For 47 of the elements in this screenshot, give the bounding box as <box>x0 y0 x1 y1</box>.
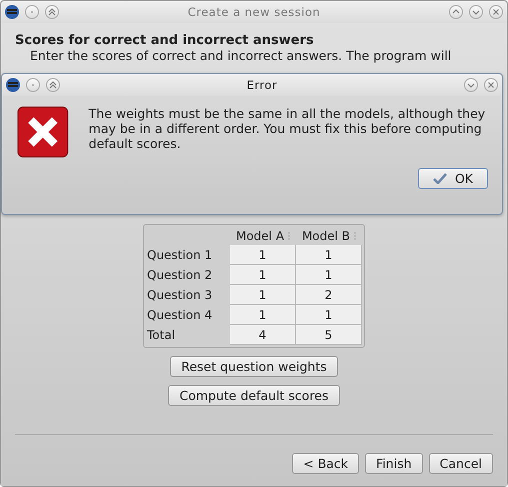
error-icon <box>17 106 69 158</box>
double-chevron-icon <box>48 80 58 90</box>
table-cell[interactable]: 1 <box>230 285 296 305</box>
double-chevron-icon <box>47 7 57 17</box>
column-header[interactable]: Model B <box>302 229 350 243</box>
close-button[interactable] <box>489 5 503 19</box>
keep-above-button[interactable] <box>45 5 59 19</box>
row-header: Total <box>146 327 176 344</box>
maximize-button[interactable] <box>469 5 483 19</box>
page-description: Enter the scores of correct and incorrect answers. The program will <box>29 48 452 63</box>
app-logo-icon <box>5 5 19 19</box>
window-title: Create a new session <box>186 5 322 19</box>
nav-button[interactable]: < Back <box>292 453 360 474</box>
table-cell[interactable]: 1 <box>230 265 296 285</box>
close-icon <box>486 80 496 90</box>
close-icon <box>491 7 501 17</box>
action-button[interactable]: Compute default scores <box>168 385 340 406</box>
table-cell[interactable]: 4 <box>230 325 296 345</box>
checkmark-icon <box>432 173 447 184</box>
dialog-title: Error <box>246 78 278 92</box>
table-cell[interactable]: 2 <box>296 285 362 305</box>
table-cell[interactable]: 1 <box>296 265 362 285</box>
minimize-button[interactable] <box>464 78 478 92</box>
table-cell[interactable]: 1 <box>230 305 296 325</box>
menu-button[interactable] <box>25 5 39 19</box>
grip-icon <box>354 232 356 240</box>
keep-above-button[interactable] <box>46 78 60 92</box>
row-header: Question 1 <box>146 247 214 264</box>
action-button[interactable]: Reset question weights <box>170 356 338 377</box>
nav-button[interactable]: Finish <box>365 453 423 474</box>
table-cell[interactable]: 5 <box>296 325 362 345</box>
ok-button[interactable]: OK <box>418 168 488 189</box>
app-logo-icon <box>6 78 20 92</box>
close-button[interactable] <box>484 78 498 92</box>
minimize-button[interactable] <box>449 5 463 19</box>
table-cell[interactable]: 1 <box>296 305 362 325</box>
row-header: Question 2 <box>146 267 214 284</box>
error-message: The weights must be the same in all the models, although they may be in a different order. You must fix this before computing default scores. <box>88 106 486 153</box>
table-cell[interactable]: 1 <box>296 245 362 265</box>
row-header: Question 3 <box>146 287 214 304</box>
column-header[interactable]: Model A <box>236 229 284 243</box>
menu-button[interactable] <box>26 78 40 92</box>
page-heading: Scores for correct and incorrect answers <box>15 33 315 48</box>
grip-icon <box>288 232 290 240</box>
row-header: Question 4 <box>146 307 214 324</box>
nav-button[interactable]: Cancel <box>428 453 493 474</box>
table-cell[interactable]: 1 <box>230 245 296 265</box>
